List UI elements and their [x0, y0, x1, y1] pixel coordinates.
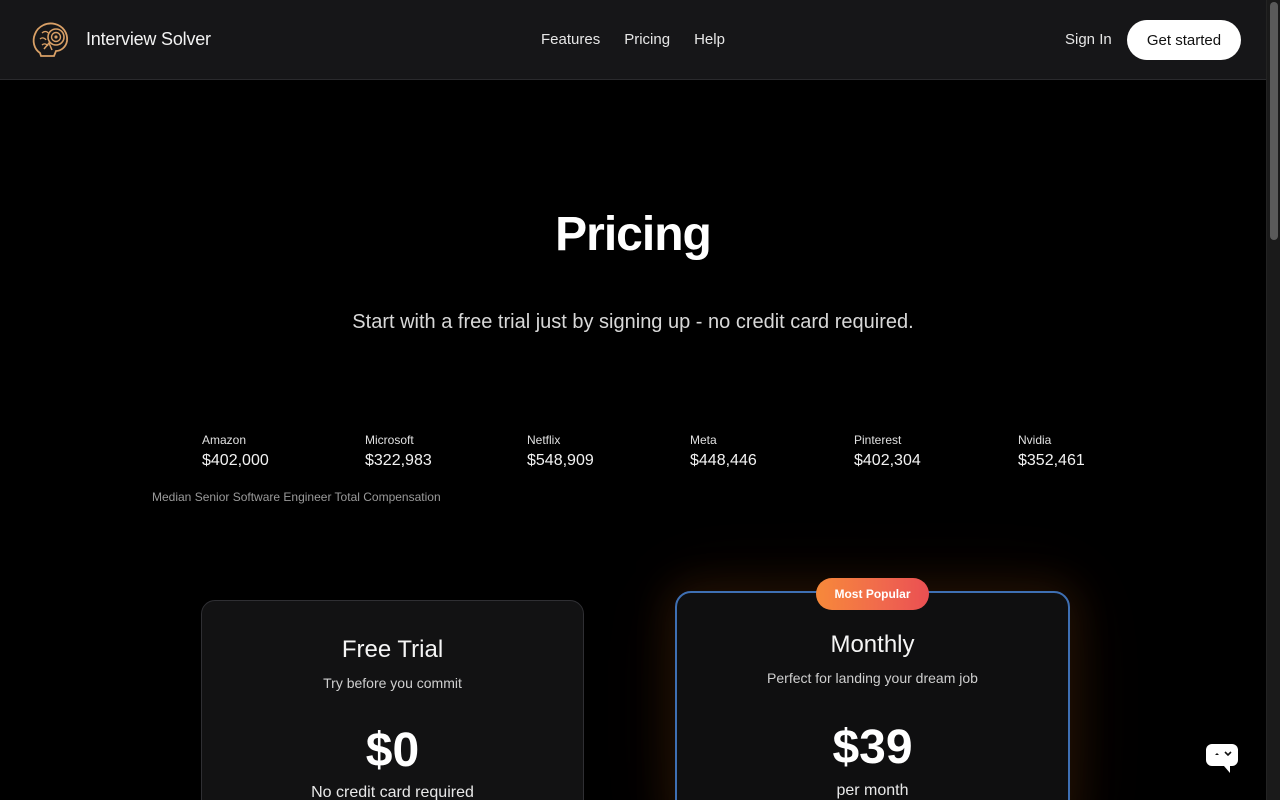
pricing-page: Interview Solver Features Pricing Help S…: [0, 0, 1280, 800]
sign-in-link[interactable]: Sign In: [1065, 31, 1112, 48]
plan-description: Try before you commit: [323, 675, 462, 691]
compensation-value: $322,983: [365, 452, 432, 469]
compensation-item-nvidia: Nvidia $352,461: [1018, 433, 1085, 470]
brand-name: Interview Solver: [86, 28, 211, 49]
compensation-item-netflix: Netflix $548,909: [527, 433, 594, 470]
nav-link-help[interactable]: Help: [694, 31, 725, 48]
plan-price: $39: [832, 721, 913, 774]
most-popular-badge: Most Popular: [816, 578, 929, 610]
brain-target-logo-icon: [32, 22, 68, 57]
scrollbar-thumb[interactable]: [1270, 2, 1278, 240]
plan-price: $0: [365, 724, 420, 777]
company-name: Microsoft: [365, 433, 414, 447]
plan-description: Perfect for landing your dream job: [767, 670, 978, 686]
nav-link-features[interactable]: Features: [541, 31, 600, 48]
chat-widget-button[interactable]: [1204, 740, 1240, 776]
compensation-value: $352,461: [1018, 452, 1085, 469]
plan-card-free-trial: Free Trial Try before you commit $0 No c…: [201, 600, 584, 800]
plan-price-note: No credit card required: [311, 784, 474, 800]
get-started-button[interactable]: Get started: [1127, 20, 1241, 60]
company-name: Meta: [690, 433, 717, 447]
compensation-caption: Median Senior Software Engineer Total Co…: [152, 490, 441, 504]
main-nav: Features Pricing Help: [541, 31, 725, 48]
page-scrollbar[interactable]: [1266, 0, 1280, 800]
page-title: Pricing: [555, 208, 712, 261]
nav-link-pricing[interactable]: Pricing: [624, 31, 670, 48]
company-name: Netflix: [527, 433, 561, 447]
plan-title: Monthly: [830, 631, 915, 658]
top-navbar: Interview Solver Features Pricing Help S…: [0, 0, 1266, 80]
compensation-value: $402,304: [854, 452, 921, 469]
compensation-value: $402,000: [202, 452, 269, 469]
compensation-item-meta: Meta $448,446: [690, 433, 757, 470]
plan-card-monthly: Monthly Perfect for landing your dream j…: [675, 591, 1070, 800]
compensation-item-microsoft: Microsoft $322,983: [365, 433, 432, 470]
page-subtitle: Start with a free trial just by signing …: [352, 311, 914, 333]
plan-title: Free Trial: [341, 636, 444, 663]
compensation-item-amazon: Amazon $402,000: [202, 433, 269, 470]
compensation-value: $448,446: [690, 452, 757, 469]
compensation-value: $548,909: [527, 452, 594, 469]
chat-bubble-icon: [1206, 744, 1238, 773]
compensation-item-pinterest: Pinterest $402,304: [854, 433, 921, 470]
brand[interactable]: Interview Solver: [30, 19, 211, 59]
company-name: Nvidia: [1018, 433, 1052, 447]
plan-price-note: per month: [836, 782, 909, 799]
company-name: Amazon: [202, 433, 247, 447]
company-name: Pinterest: [854, 433, 902, 447]
